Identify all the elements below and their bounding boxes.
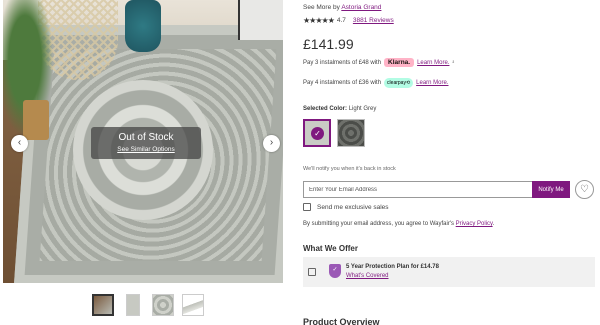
thumbnail-1[interactable]	[92, 294, 114, 316]
exclusive-sales-checkbox[interactable]	[303, 203, 311, 211]
privacy-agreement: By submitting your email address, you ag…	[303, 221, 494, 227]
protection-plan-box: ✓ 5 Year Protection Plan for £14.78 What…	[303, 257, 595, 287]
thumbnail-3[interactable]	[152, 294, 174, 316]
out-of-stock-title: Out of Stock	[118, 132, 174, 143]
previous-image-button[interactable]: ‹	[11, 135, 28, 152]
klarna-text: Pay 3 instalments of £48 with	[303, 59, 382, 66]
exclusive-sales-row: Send me exclusive sales	[303, 203, 389, 211]
selected-color-prefix: Selected Color:	[303, 106, 348, 112]
heart-icon[interactable]: ♡	[575, 180, 594, 199]
agree-end: .	[492, 221, 495, 227]
seller-prefix: See More by	[303, 4, 340, 11]
rating-row: ★★★★★ 4.7 3881 Reviews	[303, 16, 394, 25]
clearpay-text: Pay 4 instalments of £36 with	[303, 80, 382, 86]
product-price: £141.99	[303, 36, 354, 52]
reviews-link[interactable]: 3881 Reviews	[353, 17, 394, 24]
clearpay-learn-more-link[interactable]: Learn More.	[416, 80, 448, 86]
product-image-gallery: Out of Stock See Similar Options ‹ ›	[3, 0, 283, 283]
check-icon: ✓	[311, 127, 324, 140]
agree-text: By submitting your email address, you ag…	[303, 221, 454, 227]
what-we-offer-heading: What We Offer	[303, 244, 358, 253]
thumbnail-strip	[92, 294, 204, 318]
whats-covered-link[interactable]: What's Covered	[346, 273, 389, 279]
thumbnail-2[interactable]	[126, 294, 140, 316]
see-similar-options-link[interactable]: See Similar Options	[91, 145, 201, 154]
klarna-installments: Pay 3 instalments of £48 with Klarna. Le…	[303, 58, 454, 67]
thumbnail-4[interactable]	[182, 294, 204, 316]
protection-plan-checkbox[interactable]	[308, 268, 316, 276]
shield-icon: ✓	[329, 264, 341, 278]
exclusive-sales-label: Send me exclusive sales	[317, 203, 389, 211]
seller-line: See More by Astoria Grand	[303, 4, 381, 11]
back-in-stock-message: We'll notify you when it's back in stock	[303, 166, 396, 172]
klarna-footnote: ²	[452, 59, 455, 66]
privacy-policy-link[interactable]: Privacy Policy	[456, 221, 493, 227]
clearpay-installments: Pay 4 instalments of £36 with clearpay⟲ …	[303, 78, 449, 88]
protection-plan-label: 5 Year Protection Plan for £14.78	[346, 264, 439, 270]
klarna-learn-more-link[interactable]: Learn More.	[417, 60, 449, 66]
rating-value: 4.7	[336, 17, 346, 24]
clearpay-logo-icon: clearpay⟲	[384, 78, 414, 88]
email-input[interactable]	[303, 181, 533, 198]
notify-me-button[interactable]: Notify Me	[532, 181, 570, 198]
color-swatch-light-grey[interactable]: ✓	[303, 119, 331, 147]
star-rating-icon: ★★★★★	[303, 16, 335, 25]
next-image-button[interactable]: ›	[263, 135, 280, 152]
seller-link[interactable]: Astoria Grand	[341, 4, 381, 11]
selected-color-label: Selected Color: Light Grey	[303, 106, 376, 112]
klarna-logo-icon: Klarna.	[384, 58, 415, 67]
selected-color-value: Light Grey	[348, 106, 377, 112]
out-of-stock-overlay: Out of Stock See Similar Options	[91, 127, 201, 159]
color-swatch-dark-grey[interactable]	[337, 119, 365, 147]
product-overview-heading: Product Overview	[303, 317, 380, 325]
